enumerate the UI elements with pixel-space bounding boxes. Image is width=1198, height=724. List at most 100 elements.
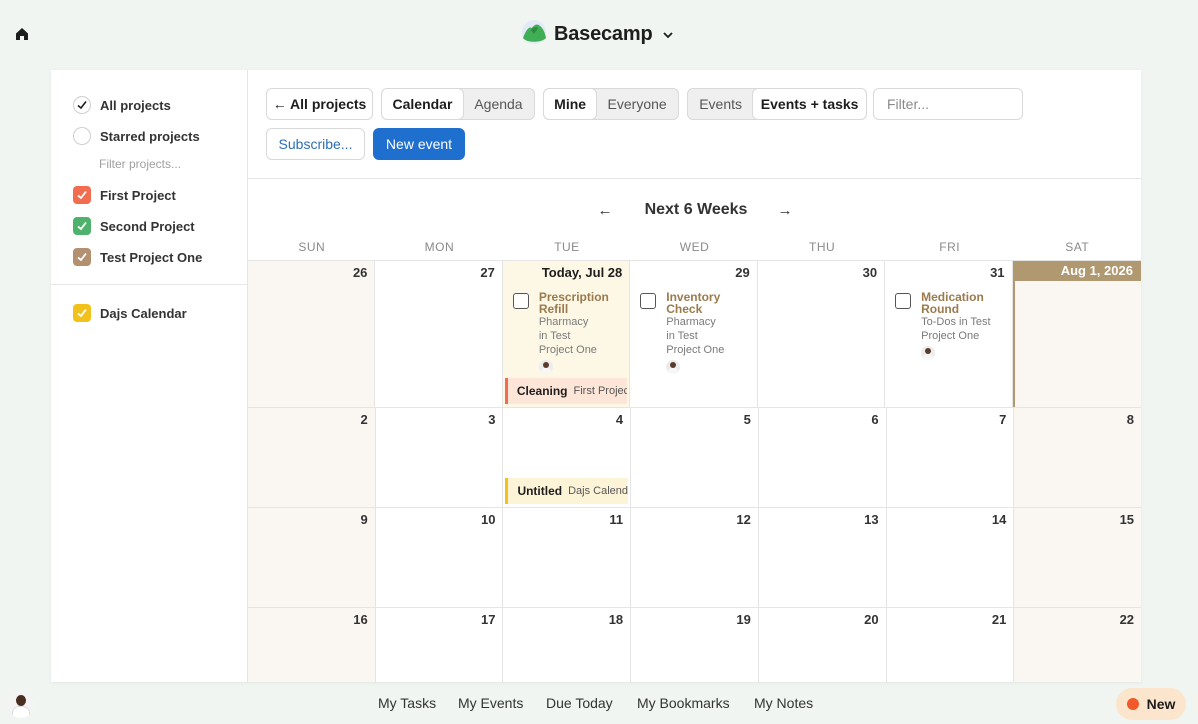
todo-item[interactable]: Prescription Refill Pharmacy in Test Pro… <box>512 291 628 374</box>
day-cell[interactable]: 9 <box>248 508 376 607</box>
day-cell[interactable]: 17 <box>376 608 504 682</box>
subscribe-button[interactable]: Subscribe... <box>266 128 365 160</box>
tab-events[interactable]: Events <box>688 89 753 119</box>
my-notes-link[interactable]: My Notes <box>754 695 813 711</box>
event-item[interactable]: Untitled Dajs Calenda <box>505 478 629 504</box>
day-number: 14 <box>991 512 1007 527</box>
day-cell[interactable]: 15 <box>1014 508 1141 607</box>
weekday-header: SUN MON TUE WED THU FRI SAT <box>248 240 1141 260</box>
sidebar-item-label: Starred projects <box>100 128 200 144</box>
month-start-label: Aug 1, 2026 <box>1014 261 1141 281</box>
day-cell[interactable]: 20 <box>759 608 887 682</box>
due-today-link[interactable]: Due Today <box>546 695 613 711</box>
weekday-label: TUE <box>554 240 580 254</box>
chevron-down-icon <box>662 28 674 40</box>
sidebar-item-all-projects[interactable]: All projects <box>73 95 171 115</box>
day-cell[interactable]: 5 <box>631 408 759 507</box>
day-number: 26 <box>352 265 368 280</box>
new-event-button[interactable]: New event <box>373 128 465 160</box>
todo-checkbox[interactable] <box>895 293 912 309</box>
sidebar-item-starred-projects[interactable]: Starred projects <box>73 126 200 146</box>
day-cell[interactable]: 6 <box>759 408 887 507</box>
filter-projects-input[interactable] <box>99 157 229 171</box>
todo-list: To-Dos in Test <box>921 316 991 328</box>
day-cell[interactable]: 14 <box>887 508 1015 607</box>
day-cell[interactable]: 13 <box>759 508 887 607</box>
todo-title: Check <box>666 302 703 316</box>
tab-calendar[interactable]: Calendar <box>382 89 463 119</box>
day-number: 11 <box>609 512 624 527</box>
calendar-week: 26 27 Today, Jul 28 Prescription Refill … <box>248 260 1141 407</box>
sidebar-item-first-project[interactable]: First Project <box>73 185 176 205</box>
tab-everyone[interactable]: Everyone <box>596 89 678 119</box>
check-radio-icon <box>73 96 91 114</box>
day-cell[interactable]: 30 <box>758 261 886 407</box>
prev-arrow-icon[interactable]: ← <box>595 200 615 220</box>
my-avatar[interactable] <box>8 692 34 718</box>
next-arrow-icon[interactable]: → <box>775 200 795 220</box>
day-cell[interactable]: 10 <box>376 508 504 607</box>
sidebar-item-second-project[interactable]: Second Project <box>73 216 195 236</box>
day-cell[interactable]: 18 <box>503 608 632 682</box>
todo-item[interactable]: Medication Round To-Dos in Test Project … <box>895 291 1010 360</box>
basecamp-logo-icon <box>520 18 548 51</box>
day-number: 6 <box>871 412 879 427</box>
day-cell[interactable]: 31 Medication Round To-Dos in Test Proje… <box>885 261 1013 407</box>
filter-input[interactable] <box>873 88 1023 120</box>
new-button[interactable]: New <box>1116 688 1186 720</box>
day-cell[interactable]: 2 <box>248 408 376 507</box>
weekday-label: THU <box>809 240 836 254</box>
weekday-label: SAT <box>1065 240 1090 254</box>
sidebar-item-test-project-one[interactable]: Test Project One <box>73 247 202 267</box>
day-number: 27 <box>480 265 495 280</box>
todo-item[interactable]: Inventory Check Pharmacy in Test Project… <box>640 291 755 374</box>
event-item[interactable]: Cleaning First Project <box>504 378 628 404</box>
event-title: Cleaning <box>516 384 568 398</box>
day-number: 10 <box>480 512 496 527</box>
home-icon[interactable] <box>12 24 32 44</box>
day-number: 4 <box>615 412 624 427</box>
day-cell[interactable]: 26 <box>248 261 376 407</box>
all-projects-button[interactable]: ← All projects <box>266 88 373 120</box>
my-bookmarks-link[interactable]: My Bookmarks <box>637 695 730 711</box>
brand-name: Basecamp <box>554 22 653 45</box>
calendar-toolbar: ← All projects Calendar Agenda Mine Ever… <box>248 70 1141 179</box>
sidebar-item-label: Second Project <box>100 218 195 234</box>
tab-events-tasks[interactable]: Events + tasks <box>753 89 866 119</box>
day-cell[interactable]: 27 <box>375 261 503 407</box>
day-cell[interactable]: 16 <box>248 608 376 682</box>
event-project: Dajs Calenda <box>568 485 629 497</box>
day-cell[interactable]: 8 <box>1014 408 1141 507</box>
my-events-link[interactable]: My Events <box>458 695 523 711</box>
day-cell[interactable]: 19 <box>631 608 759 682</box>
sidebar-item-dajs-calendar[interactable]: Dajs Calendar <box>73 303 187 323</box>
day-cell-today[interactable]: Today, Jul 28 Prescription Refill Pharma… <box>502 261 631 407</box>
todo-project: in Test <box>666 330 698 342</box>
todo-project: in Test <box>538 330 571 342</box>
day-cell[interactable]: 29 Inventory Check Pharmacy in Test Proj… <box>630 261 758 407</box>
day-cell[interactable]: 12 <box>631 508 759 607</box>
day-cell[interactable]: 7 <box>887 408 1015 507</box>
sidebar-item-label: Test Project One <box>100 249 203 265</box>
brand-switcher[interactable]: Basecamp <box>520 18 674 51</box>
day-number: 7 <box>999 412 1007 427</box>
bottom-bar: My Tasks My Events Due Today My Bookmark… <box>0 682 1198 724</box>
day-cell[interactable]: 22 <box>1014 608 1141 682</box>
day-cell[interactable]: 4 Untitled Dajs Calenda <box>503 408 632 507</box>
calendar-week: 16 17 18 19 20 21 22 <box>248 607 1141 682</box>
todo-checkbox[interactable] <box>640 293 657 309</box>
event-project: First Project <box>573 385 628 397</box>
my-tasks-link[interactable]: My Tasks <box>378 695 436 711</box>
day-cell[interactable]: Aug 1, 2026 <box>1012 261 1141 407</box>
tab-mine[interactable]: Mine <box>544 89 597 119</box>
day-cell[interactable]: 11 <box>503 508 632 607</box>
scope-toggle: Mine Everyone <box>543 88 679 120</box>
tab-agenda[interactable]: Agenda <box>463 89 534 119</box>
day-cell[interactable]: 3 <box>376 408 504 507</box>
day-number: 18 <box>608 612 624 627</box>
day-number: 15 <box>1119 512 1135 527</box>
todo-title: Round <box>921 302 960 316</box>
day-cell[interactable]: 21 <box>887 608 1015 682</box>
todo-checkbox[interactable] <box>512 293 529 309</box>
checkbox-checked-icon <box>73 217 91 235</box>
